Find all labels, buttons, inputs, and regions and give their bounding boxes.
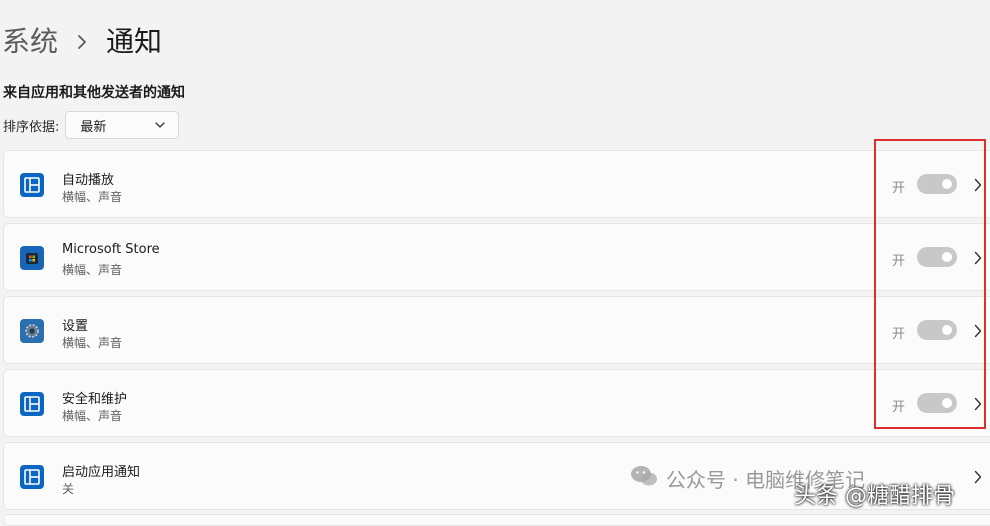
sort-dropdown-value: 最新 (80, 119, 107, 135)
sort-row: 排序依据: 最新 (3, 110, 180, 140)
notification-toggle[interactable] (917, 247, 957, 267)
toggle-state-label: 开 (892, 327, 906, 342)
app-row-security-maintenance[interactable]: 安全和维护 横幅、声音 开 (3, 369, 990, 437)
chevron-right-icon[interactable] (972, 469, 984, 485)
notification-toggle[interactable] (917, 393, 957, 413)
app-row-settings[interactable]: 设置 横幅、声音 开 (3, 296, 990, 364)
chevron-right-icon (76, 33, 88, 51)
sort-dropdown[interactable]: 最新 (65, 111, 180, 139)
startup-app-icon (20, 465, 44, 489)
chevron-right-icon[interactable] (972, 323, 984, 339)
settings-gear-icon (20, 319, 44, 343)
app-subtitle: 横幅、声音 (62, 336, 123, 350)
security-maintenance-icon (20, 392, 44, 416)
app-name: 启动应用通知 (62, 465, 141, 480)
autoplay-icon (20, 173, 44, 197)
app-subtitle: 关 (62, 482, 75, 496)
section-title: 来自应用和其他发送者的通知 (3, 85, 185, 101)
chevron-right-icon[interactable] (972, 177, 984, 193)
toggle-knob (942, 325, 952, 335)
microsoft-store-icon (20, 246, 44, 270)
chevron-down-icon (154, 121, 166, 129)
app-subtitle: 横幅、声音 (62, 190, 123, 204)
app-subtitle: 横幅、声音 (62, 409, 123, 423)
toggle-knob (942, 398, 952, 408)
app-name: Microsoft Store (62, 242, 160, 257)
breadcrumb: 系统 通知 (2, 22, 162, 62)
notification-toggle[interactable] (917, 174, 957, 194)
breadcrumb-parent-system[interactable]: 系统 (2, 22, 58, 62)
app-name: 设置 (62, 319, 89, 334)
app-subtitle: 横幅、声音 (62, 263, 123, 277)
app-name: 自动播放 (62, 173, 115, 188)
toggle-knob (942, 252, 952, 262)
next-card-edge (3, 514, 990, 526)
toggle-state-label: 开 (892, 254, 906, 269)
chevron-right-icon[interactable] (972, 250, 984, 266)
app-row-autoplay[interactable]: 自动播放 横幅、声音 开 (3, 150, 990, 218)
toutiao-watermark: 头条 @糖醋排骨 (794, 484, 955, 509)
page-title: 通知 (106, 25, 163, 58)
chevron-right-icon[interactable] (972, 396, 984, 412)
wechat-icon (630, 464, 658, 493)
toggle-state-label: 开 (892, 400, 906, 415)
sort-label: 排序依据: (3, 119, 60, 135)
toggle-state-label: 开 (892, 181, 906, 196)
app-row-microsoft-store[interactable]: Microsoft Store 横幅、声音 开 (3, 223, 990, 291)
notification-toggle[interactable] (917, 320, 957, 340)
app-name: 安全和维护 (62, 392, 128, 407)
toggle-knob (942, 179, 952, 189)
